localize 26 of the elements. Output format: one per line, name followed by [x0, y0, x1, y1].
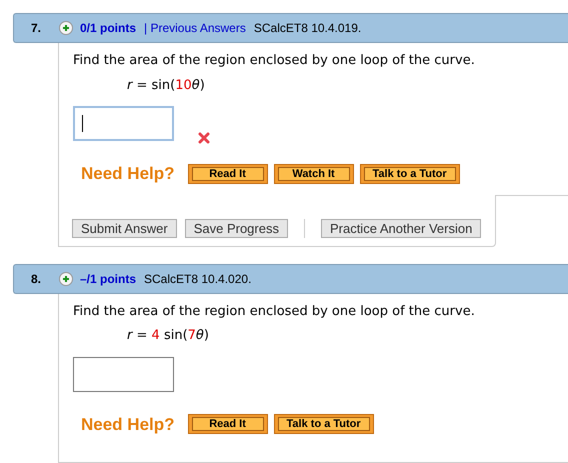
help-button[interactable]: Read It: [188, 164, 268, 184]
question-prompt: Find the area of the region enclosed by one loop of the curve.: [73, 52, 476, 70]
answer-field[interactable]: [73, 106, 174, 141]
formula-text: r = 4 sin(7θ): [126, 327, 210, 345]
points-text: –/1 points: [80, 270, 136, 288]
text-cursor: [82, 115, 83, 132]
help-button[interactable]: Talk to a Tutor: [274, 414, 374, 434]
help-button[interactable]: Read It: [188, 414, 268, 434]
previous-answers-link[interactable]: | Previous Answers: [144, 19, 246, 37]
action-button[interactable]: Save Progress: [184, 218, 288, 238]
formula-text: r = sin(10θ): [126, 76, 206, 94]
help-button[interactable]: Talk to a Tutor: [360, 164, 460, 184]
help-button[interactable]: Watch It: [274, 164, 354, 184]
need-help-label: Need Help?: [81, 163, 175, 185]
action-button[interactable]: Submit Answer: [72, 218, 177, 238]
source-text: SCalcET8 10.4.020.: [144, 270, 252, 288]
answer-field[interactable]: [73, 356, 174, 392]
question-number: 8.: [30, 270, 42, 288]
points-text: 0/1 points: [80, 20, 136, 37]
source-text: SCalcET8 10.4.019.: [254, 20, 362, 37]
need-help-label: Need Help?: [81, 414, 175, 436]
question-prompt: Find the area of the region enclosed by one loop of the curve.: [73, 302, 476, 320]
expand-icon[interactable]: [59, 21, 73, 35]
expand-icon[interactable]: [59, 272, 73, 286]
action-button[interactable]: Practice Another Version: [320, 218, 482, 238]
question-number: 7.: [30, 20, 42, 37]
